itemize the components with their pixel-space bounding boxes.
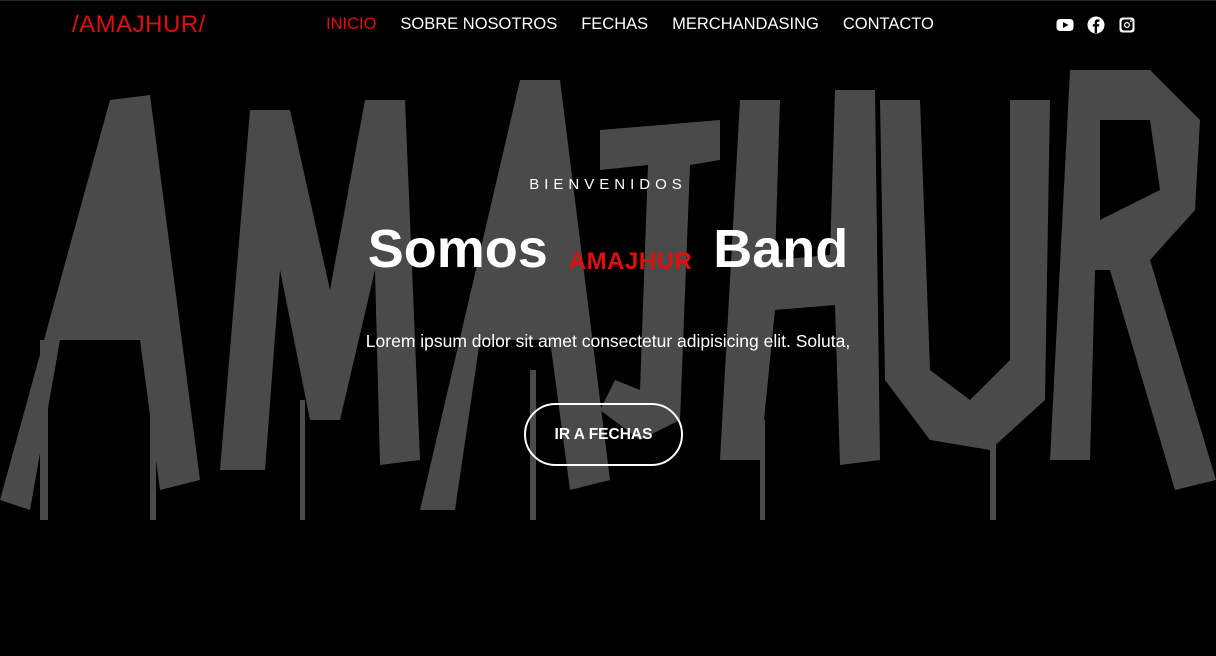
hero-lead-text: Lorem ipsum dolor sit amet consectetur a… (365, 331, 851, 351)
welcome-label: BIENVENIDOS (529, 176, 687, 193)
logo-link[interactable]: /AMAJHUR/ (72, 11, 206, 39)
social-links (1056, 16, 1136, 34)
ir-a-fechas-button[interactable]: IR A FECHAS (524, 403, 683, 466)
headline-prefix: Somos (367, 219, 548, 279)
hero-headline: Somos AMAJHUR Band (0, 218, 1216, 293)
headline-band-name: AMAJHUR (568, 248, 693, 275)
navbar: /AMAJHUR/ INICIO SOBRE NOSOTROS FECHAS M… (0, 0, 1216, 50)
nav-link-inicio[interactable]: INICIO (326, 15, 376, 34)
facebook-icon[interactable] (1087, 16, 1105, 34)
page: /AMAJHUR/ INICIO SOBRE NOSOTROS FECHAS M… (0, 0, 1216, 656)
youtube-icon[interactable] (1056, 16, 1074, 34)
instagram-icon[interactable] (1118, 16, 1136, 34)
nav-link-contacto[interactable]: CONTACTO (843, 15, 934, 34)
nav-link-merchandasing[interactable]: MERCHANDASING (672, 15, 819, 34)
nav-link-sobre-nosotros[interactable]: SOBRE NOSOTROS (400, 15, 557, 34)
nav-link-fechas[interactable]: FECHAS (581, 15, 648, 34)
hero-section: BIENVENIDOS Somos AMAJHUR Band Lorem ips… (0, 0, 1216, 656)
headline-suffix: Band (713, 219, 849, 279)
nav-links: INICIO SOBRE NOSOTROS FECHAS MERCHANDASI… (326, 15, 958, 34)
